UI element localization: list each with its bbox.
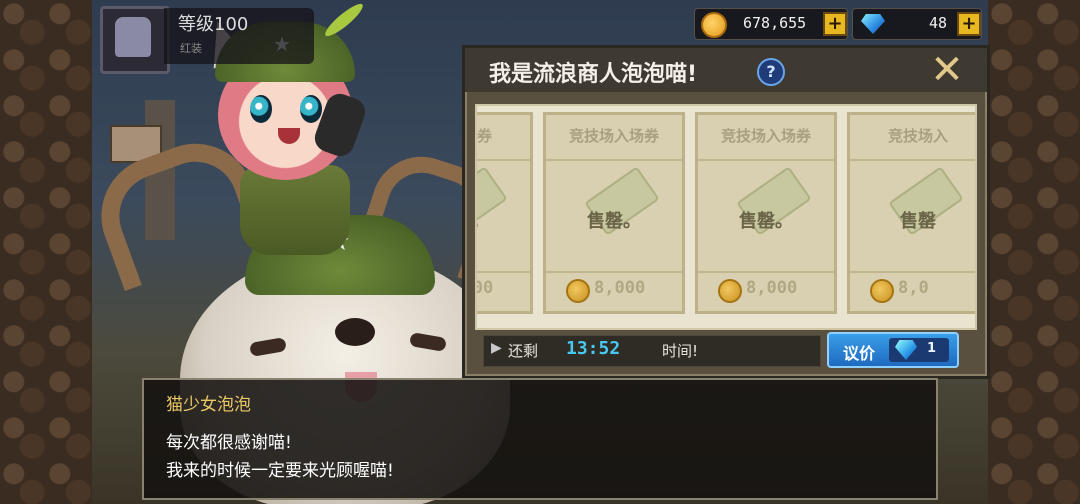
- coin-icon: [566, 279, 590, 303]
- card-price: 8,000: [594, 278, 646, 298]
- sold-out-label: 售罄。: [739, 211, 793, 232]
- avatar-face: [115, 17, 151, 57]
- shop-card[interactable]: 竞技场入场券 售罄。 8,000: [543, 112, 685, 314]
- card-price: 8,000: [477, 278, 494, 298]
- shop-card[interactable]: 场入场券 售罄。 8,000: [476, 112, 533, 314]
- card-name: 竞技场入: [887, 127, 948, 145]
- card-name: 竞技场入场券: [568, 127, 659, 145]
- gem-icon: [861, 14, 885, 34]
- coin-icon: [718, 279, 742, 303]
- shop-card[interactable]: 竞技场入场券 售罄。 8,000: [695, 112, 837, 314]
- sold-out-label: 售罄: [900, 211, 936, 232]
- merchant-header: 我是流浪商人泡泡喵! ? ✕: [465, 48, 987, 92]
- gem-value: 48: [929, 14, 948, 32]
- sold-out-label: 售罄。: [477, 207, 530, 233]
- bargain-cost-value: 1: [927, 341, 937, 356]
- gem-counter: 48 +: [852, 8, 982, 40]
- cat-girl-eye-right: [300, 95, 322, 123]
- merchant-title: 我是流浪商人泡泡喵!: [489, 62, 698, 87]
- sold-out-label: 售罄。: [587, 211, 641, 232]
- coin-icon: [701, 12, 727, 38]
- timer-suffix: 时间!: [662, 342, 699, 360]
- shop-items-area: 场入场券 售罄。 8,000 竞技场入场券 售罄。 8,000 竞技场入场券 售…: [475, 104, 977, 330]
- close-icon[interactable]: ✕: [929, 50, 965, 90]
- add-gem-button[interactable]: +: [957, 12, 981, 36]
- cat-girl-eye-left: [250, 95, 272, 123]
- seal-nose: [335, 318, 375, 346]
- dialog-box[interactable]: 猫少女泡泡 每次都很感谢喵! 我来的时候一定要来光顾喔喵!: [142, 378, 938, 500]
- bargain-label: 议价: [843, 344, 876, 363]
- coin-icon: [870, 279, 894, 303]
- shop-card[interactable]: 竞技场入 售罄 8,0: [847, 112, 975, 314]
- gold-counter: 678,655 +: [694, 8, 848, 40]
- dialog-line: 每次都很感谢喵!: [166, 433, 292, 453]
- player-level: 等级100: [178, 14, 249, 35]
- shop-card-list: 场入场券 售罄。 8,000 竞技场入场券 售罄。 8,000 竞技场入场券 售…: [476, 112, 975, 314]
- dialog-line: 我来的时候一定要来光顾喔喵!: [166, 461, 394, 481]
- gold-value: 678,655: [743, 14, 807, 32]
- card-price: 8,000: [746, 278, 798, 298]
- add-gold-button[interactable]: +: [823, 12, 847, 36]
- timer-prefix: 还剩: [508, 342, 539, 360]
- bargain-button[interactable]: 议价 1: [827, 332, 959, 368]
- help-icon[interactable]: ?: [757, 58, 785, 86]
- gem-icon: [895, 340, 917, 360]
- merchant-panel: 我是流浪商人泡泡喵! ? ✕ 场入场券 售罄。 8,000 竞技场入场券 售罄。…: [462, 45, 990, 379]
- refresh-timer-bar: ▶ 还剩 13:52 时间!: [483, 335, 821, 367]
- timer-value: 13:52: [566, 338, 621, 359]
- right-border-decoration: [988, 0, 1080, 504]
- player-avatar[interactable]: [100, 6, 170, 74]
- speaker-name: 猫少女泡泡: [166, 395, 251, 415]
- bargain-cost: 1: [889, 338, 949, 362]
- card-name: 竞技场入场券: [720, 127, 811, 145]
- arrow-icon: ▶: [491, 340, 502, 356]
- left-border-decoration: [0, 0, 92, 504]
- card-name: 场入场券: [476, 127, 492, 145]
- player-sub-label: 红装: [180, 42, 202, 55]
- card-price: 8,0: [898, 278, 929, 298]
